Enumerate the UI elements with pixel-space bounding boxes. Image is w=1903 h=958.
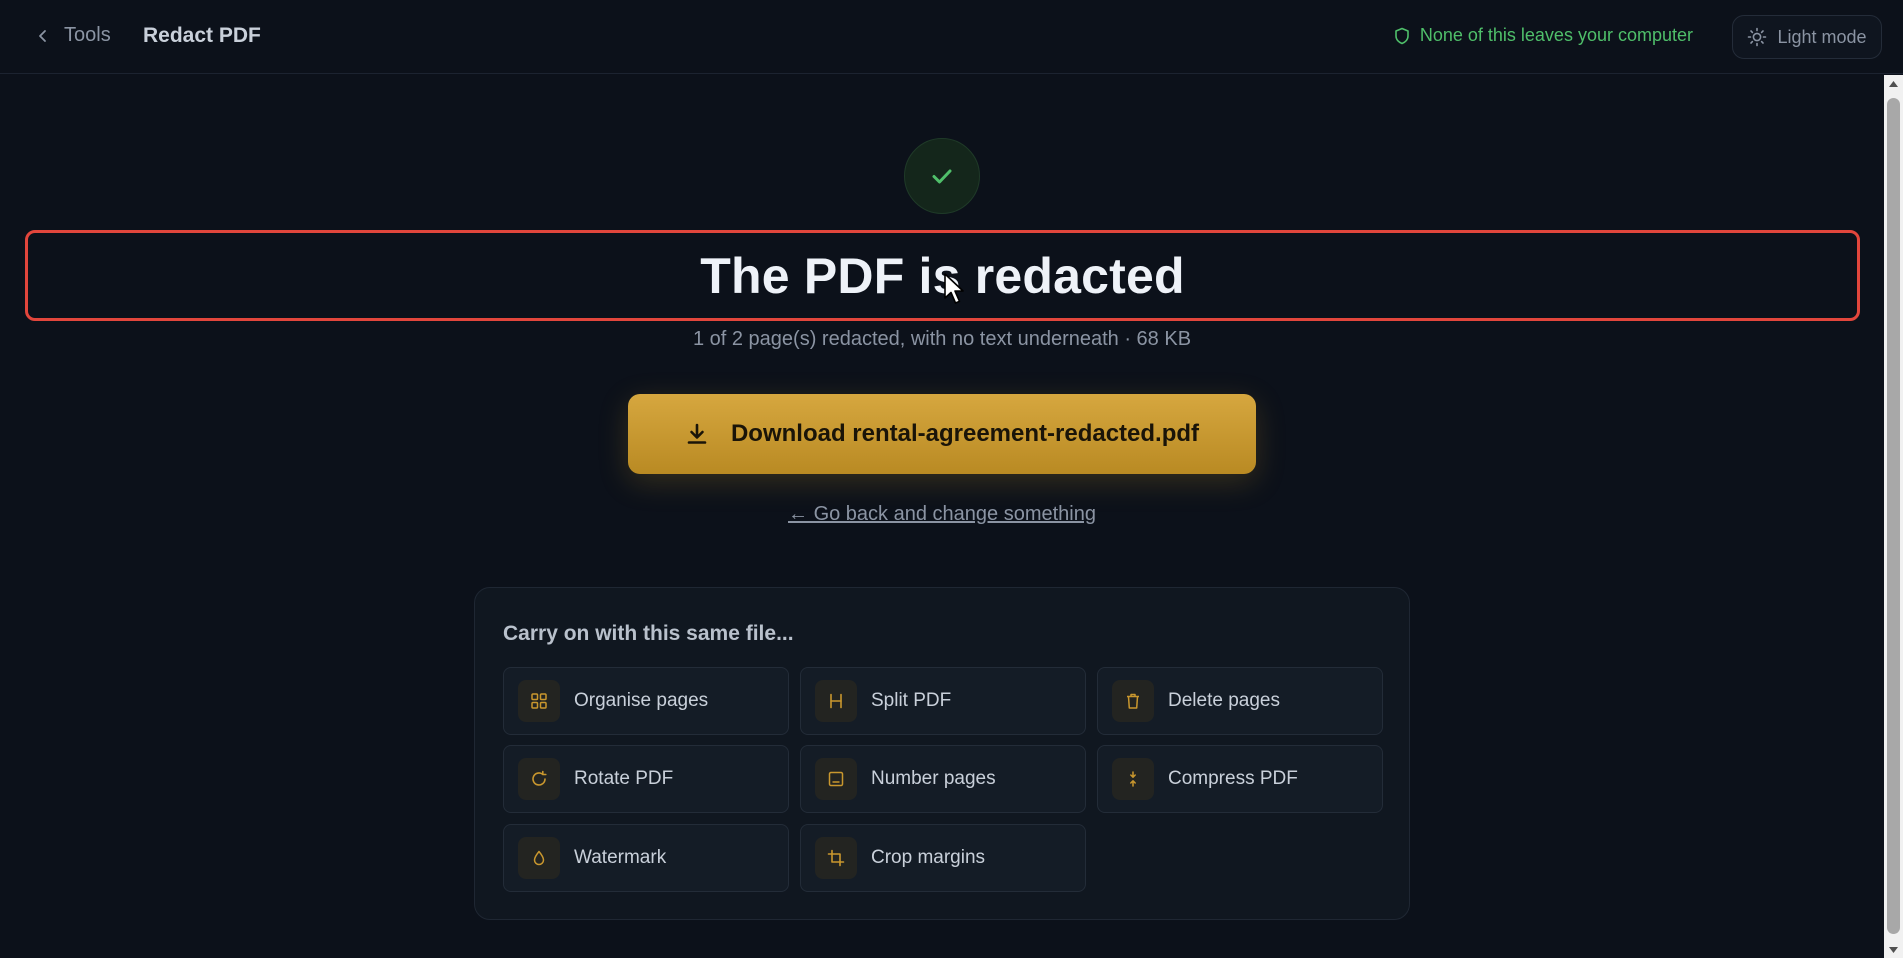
download-button[interactable]: Download rental-agreement-redacted.pdf [628, 394, 1256, 474]
top-bar: Tools Redact PDF None of this leaves you… [0, 0, 1903, 74]
grid-icon [518, 680, 560, 722]
tool-label: Number pages [871, 768, 996, 789]
privacy-note: None of this leaves your computer [1394, 25, 1693, 46]
trash-icon [1112, 680, 1154, 722]
scrollbar-thumb[interactable] [1887, 98, 1900, 934]
rotate-icon [518, 758, 560, 800]
tool-label: Crop margins [871, 847, 986, 868]
tool-watermark[interactable]: Watermark [503, 824, 789, 892]
vertical-scrollbar[interactable] [1884, 75, 1903, 958]
go-back-link[interactable]: ← Go back and change something [0, 503, 1884, 526]
chevron-left-icon [39, 29, 46, 42]
tool-label: Delete pages [1168, 690, 1280, 711]
tool-label: Organise pages [574, 690, 709, 711]
next-steps-title: Carry on with this same file... [503, 622, 794, 645]
back-to-tools-link[interactable]: Tools [36, 24, 111, 47]
tool-label: Rotate PDF [574, 768, 674, 789]
light-mode-toggle[interactable]: Light mode [1732, 15, 1882, 59]
tool-organise-pages[interactable]: Organise pages [503, 667, 789, 735]
next-steps-card: Carry on with this same file... Organise… [474, 587, 1410, 920]
split-icon [815, 680, 857, 722]
tool-label: Watermark [574, 847, 667, 868]
crop-icon [815, 837, 857, 879]
scroll-down-arrow-icon[interactable] [1884, 941, 1903, 958]
droplet-icon [518, 837, 560, 879]
result-summary: 1 of 2 page(s) redacted, with no text un… [692, 328, 1192, 350]
tool-number-pages[interactable]: Number pages [800, 745, 1086, 813]
sun-icon [1748, 27, 1767, 47]
compress-icon [1112, 758, 1154, 800]
page-number-icon [815, 758, 857, 800]
tool-label: Split PDF [871, 690, 952, 711]
page-title: Redact PDF [143, 24, 261, 47]
privacy-note-label: None of this leaves your computer [1419, 25, 1693, 45]
tool-delete-pages[interactable]: Delete pages [1097, 667, 1383, 735]
checkmark-icon [932, 169, 952, 184]
tool-split-pdf[interactable]: Split PDF [800, 667, 1086, 735]
tool-crop-margins[interactable]: Crop margins [800, 824, 1086, 892]
mouse-pointer-icon [944, 273, 964, 304]
success-badge [904, 138, 980, 214]
light-mode-label: Light mode [1777, 26, 1867, 47]
shield-icon [1395, 27, 1409, 44]
back-link-label: Tools [64, 24, 111, 46]
download-button-label: Download rental-agreement-redacted.pdf [730, 420, 1200, 447]
scroll-up-arrow-icon[interactable] [1884, 75, 1903, 92]
tool-rotate-pdf[interactable]: Rotate PDF [503, 745, 789, 813]
tool-compress-pdf[interactable]: Compress PDF [1097, 745, 1383, 813]
tool-label: Compress PDF [1168, 768, 1298, 789]
download-icon [687, 423, 707, 444]
